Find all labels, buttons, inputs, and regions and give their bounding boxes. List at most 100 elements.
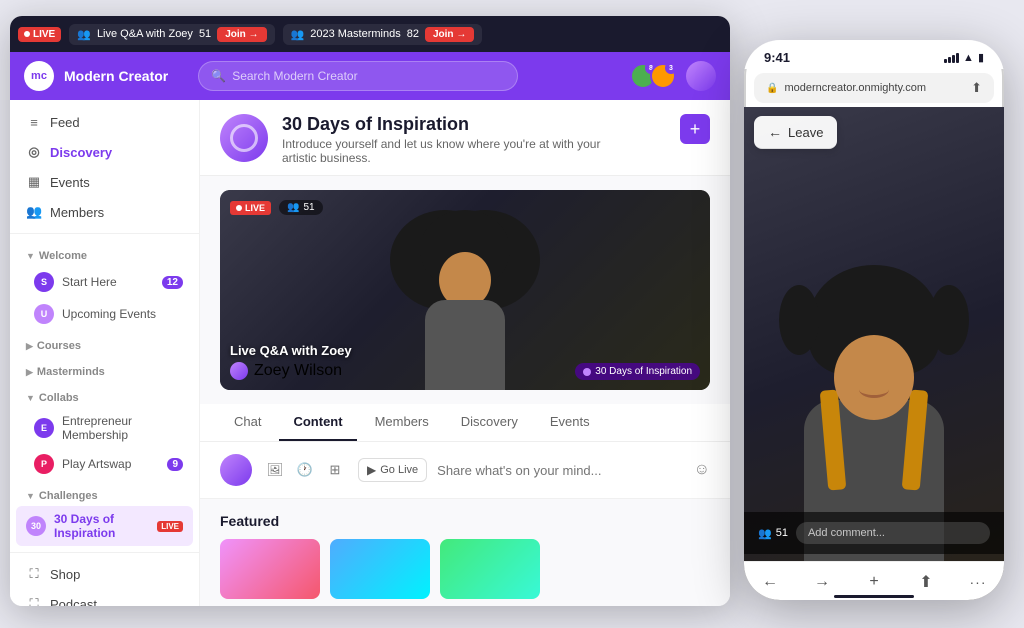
welcome-label: Welcome bbox=[39, 250, 87, 262]
phone-people-count: 51 bbox=[776, 527, 788, 539]
podcast-label: Podcast bbox=[50, 597, 97, 607]
sidebar-sub-entrepreneur[interactable]: E Entrepreneur Membership bbox=[10, 408, 199, 448]
chevron-welcome: ▼ bbox=[26, 251, 35, 261]
bar4 bbox=[956, 53, 959, 63]
video-count: 51 bbox=[303, 202, 314, 213]
phone-browser-bar[interactable]: 🔒 moderncreator.onmighty.com ⬆ bbox=[754, 73, 994, 103]
tab-chat[interactable]: Chat bbox=[220, 404, 275, 441]
video-host-row: Zoey Wilson bbox=[230, 362, 352, 380]
logo-text: mc bbox=[31, 70, 47, 82]
podcast-icon: ⛶ bbox=[26, 596, 42, 606]
video-container[interactable]: LIVE 👥 51 Live Q&A with Zoey Zoey Wilson bbox=[220, 190, 710, 390]
content-area: 30 Days of Inspiration Introduce yoursel… bbox=[200, 100, 730, 606]
shop-icon: ⛶ bbox=[26, 566, 42, 582]
group-header: 30 Days of Inspiration Introduce yoursel… bbox=[200, 100, 730, 176]
search-icon: 🔍 bbox=[211, 69, 226, 83]
live-event-1[interactable]: 👥 Live Q&A with Zoey 51 Join → bbox=[69, 24, 274, 45]
phone-nav-add[interactable]: + bbox=[858, 570, 890, 594]
composer-row: 🖼 🕐 ⊞ ▶ Go Live ☺ bbox=[200, 442, 730, 499]
video-people-icon: 👥 bbox=[287, 202, 299, 213]
wifi-icon: ▲ bbox=[963, 52, 974, 64]
start-here-label: Start Here bbox=[62, 275, 117, 289]
event1-count: 51 bbox=[199, 28, 211, 40]
tool-grid[interactable]: ⊞ bbox=[322, 457, 348, 483]
phone-nav-forward[interactable]: → bbox=[806, 570, 838, 594]
add-content-button[interactable]: + bbox=[680, 114, 710, 144]
featured-card-2[interactable] bbox=[330, 539, 430, 599]
go-live-button[interactable]: ▶ Go Live bbox=[358, 458, 427, 482]
group-description: Introduce yourself and let us know where… bbox=[282, 137, 622, 165]
upcoming-events-label: Upcoming Events bbox=[62, 307, 156, 321]
sidebar-item-podcast[interactable]: ⛶ Podcast bbox=[10, 589, 199, 606]
entrepreneur-label: Entrepreneur Membership bbox=[62, 414, 183, 442]
phone-nav-share[interactable]: ⬆ bbox=[910, 570, 942, 594]
section-challenges[interactable]: ▼ Challenges bbox=[10, 480, 199, 506]
video-host-name: Zoey Wilson bbox=[254, 362, 342, 380]
sidebar-sub-play-artswap[interactable]: P Play Artswap 9 bbox=[10, 448, 199, 480]
phone-status-icons: ▲ ▮ bbox=[944, 51, 984, 64]
discovery-icon: ◎ bbox=[26, 144, 42, 160]
strap-left bbox=[443, 389, 463, 390]
phone-status-bar: 9:41 ▲ ▮ bbox=[744, 40, 1004, 69]
share-icon[interactable]: ⬆ bbox=[971, 80, 982, 96]
event2-title: 2023 Masterminds bbox=[310, 28, 401, 40]
app-logo: mc bbox=[24, 61, 54, 91]
video-host-avatar bbox=[230, 362, 248, 380]
sidebar-item-events[interactable]: ▦ Events bbox=[10, 167, 199, 197]
sidebar-item-feed[interactable]: ≡ Feed bbox=[10, 108, 199, 137]
phone-nav-back[interactable]: ← bbox=[754, 570, 786, 594]
tab-members[interactable]: Members bbox=[361, 404, 443, 441]
sidebar-item-members[interactable]: 👥 Members bbox=[10, 197, 199, 227]
sidebar-divider-1 bbox=[10, 233, 199, 234]
section-welcome[interactable]: ▼ Welcome bbox=[10, 240, 199, 266]
post-input[interactable] bbox=[437, 463, 684, 478]
tab-discovery[interactable]: Discovery bbox=[447, 404, 532, 441]
sidebar: ≡ Feed ◎ Discovery ▦ Events 👥 Members ▼ … bbox=[10, 100, 200, 606]
app-header: mc Modern Creator 🔍 Search Modern Creato… bbox=[10, 52, 730, 100]
go-live-icon: ▶ bbox=[367, 463, 376, 477]
search-bar[interactable]: 🔍 Search Modern Creator bbox=[198, 61, 518, 91]
strap-right bbox=[467, 389, 487, 390]
sidebar-item-discovery[interactable]: ◎ Discovery bbox=[10, 137, 199, 167]
composer-tools: 🖼 🕐 ⊞ bbox=[262, 457, 348, 483]
video-title: Live Q&A with Zoey bbox=[230, 343, 352, 358]
live-badge: LIVE bbox=[18, 27, 61, 42]
notif-badge-2: 3 bbox=[665, 62, 677, 74]
emoji-button[interactable]: ☺ bbox=[694, 461, 710, 479]
tool-image[interactable]: 🖼 bbox=[262, 457, 288, 483]
tab-content[interactable]: Content bbox=[279, 404, 356, 441]
bar2 bbox=[948, 57, 951, 63]
shop-label: Shop bbox=[50, 567, 80, 582]
live-event-2[interactable]: 👥 2023 Masterminds 82 Join → bbox=[283, 24, 483, 45]
join-button-2[interactable]: Join → bbox=[425, 27, 474, 42]
artswap-label: Play Artswap bbox=[62, 457, 131, 471]
video-live-label: LIVE bbox=[245, 203, 265, 213]
artswap-badge: 9 bbox=[167, 458, 183, 471]
user-avatar[interactable] bbox=[686, 61, 716, 91]
sidebar-item-shop[interactable]: ⛶ Shop bbox=[10, 559, 199, 589]
events-label: Events bbox=[50, 175, 90, 190]
tool-clock[interactable]: 🕐 bbox=[292, 457, 318, 483]
go-live-label: Go Live bbox=[380, 464, 418, 476]
phone-strap-r bbox=[902, 389, 929, 490]
sidebar-sub-30days[interactable]: 30 30 Days of Inspiration LIVE bbox=[16, 506, 193, 546]
tab-events[interactable]: Events bbox=[536, 404, 604, 441]
phone-face bbox=[834, 335, 914, 420]
group-text: 30 Days of Inspiration Introduce yoursel… bbox=[282, 114, 622, 165]
featured-card-1[interactable] bbox=[220, 539, 320, 599]
video-people-count: 👥 51 bbox=[279, 200, 323, 215]
section-collabs[interactable]: ▼ Collabs bbox=[10, 382, 199, 408]
artswap-avatar: P bbox=[34, 454, 54, 474]
composer-avatar bbox=[220, 454, 252, 486]
entrepreneur-avatar: E bbox=[34, 418, 54, 438]
join-button-1[interactable]: Join → bbox=[217, 27, 266, 42]
section-masterminds[interactable]: ▶ Masterminds bbox=[10, 356, 199, 382]
chevron-masterminds: ▶ bbox=[26, 367, 33, 378]
phone-nav-more[interactable]: ··· bbox=[962, 570, 994, 594]
add-comment-input[interactable]: Add comment... bbox=[796, 522, 990, 544]
sidebar-sub-start-here[interactable]: S Start Here 12 bbox=[10, 266, 199, 298]
featured-card-3[interactable] bbox=[440, 539, 540, 599]
section-courses[interactable]: ▶ Courses bbox=[10, 330, 199, 356]
sidebar-sub-upcoming-events[interactable]: U Upcoming Events bbox=[10, 298, 199, 330]
video-live-dot bbox=[236, 205, 242, 211]
